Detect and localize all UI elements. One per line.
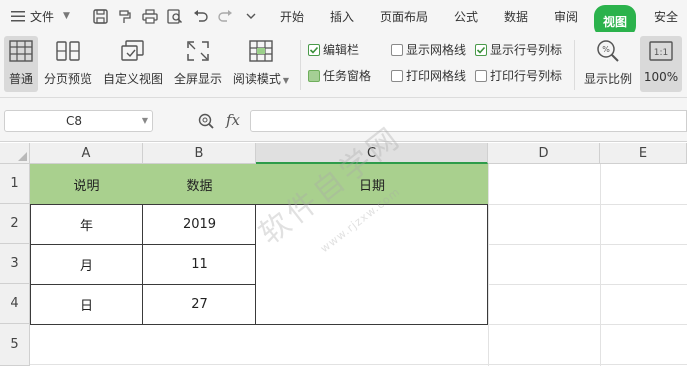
- table-border: [30, 244, 256, 245]
- insert-function-button[interactable]: fx: [226, 111, 240, 129]
- zoom-ratio-button[interactable]: % 显示比例: [582, 36, 634, 92]
- ribbon-separator: [574, 40, 575, 90]
- cell-b3[interactable]: 11: [143, 244, 256, 284]
- table-border: [30, 284, 256, 285]
- svg-text:%: %: [602, 45, 610, 54]
- menu-bar: 文件 ▼ 开始 插入 页面布局 公式 数据 审阅 视图 安全: [0, 0, 687, 37]
- zoom-magnifier-icon[interactable]: [198, 113, 214, 132]
- cell-b2[interactable]: 2019: [143, 204, 256, 244]
- ribbon-separator: [300, 40, 301, 90]
- chevron-down-icon[interactable]: ▼: [63, 0, 70, 32]
- tab-review[interactable]: 审阅: [554, 0, 578, 32]
- svg-text:1:1: 1:1: [654, 48, 668, 58]
- name-box[interactable]: C8 ▼: [4, 110, 153, 132]
- redo-icon[interactable]: [216, 0, 234, 32]
- tab-home[interactable]: 开始: [280, 0, 304, 32]
- zoom-ratio-label: 显示比例: [583, 72, 632, 86]
- row-header-3[interactable]: 3: [0, 244, 30, 284]
- column-header-e[interactable]: E: [600, 143, 687, 164]
- checkbox-task-pane[interactable]: 任务窗格: [308, 67, 371, 84]
- tab-formulas[interactable]: 公式: [454, 0, 478, 32]
- checkbox-filled-icon: [308, 69, 320, 82]
- cell-reference: C8: [65, 114, 82, 128]
- cell-b4[interactable]: 27: [143, 284, 256, 324]
- table-border: [30, 204, 488, 205]
- row-header-4[interactable]: 4: [0, 284, 30, 324]
- normal-view-icon: [8, 38, 34, 64]
- checkbox-print-gridlines[interactable]: 打印网格线: [391, 67, 466, 84]
- fullscreen-label: 全屏显示: [173, 72, 222, 86]
- table-border: [487, 204, 488, 325]
- cell-a1[interactable]: 说明: [30, 164, 143, 204]
- checkbox-show-headings[interactable]: 显示行号列标: [475, 41, 562, 58]
- checkbox-checked-icon: [308, 43, 320, 56]
- save-icon[interactable]: [91, 0, 109, 32]
- table-border: [30, 204, 31, 325]
- file-menu[interactable]: 文件: [30, 0, 54, 32]
- zoom-ratio-icon: %: [595, 38, 621, 64]
- table-border: [255, 204, 256, 325]
- fullscreen-icon: [185, 38, 211, 64]
- row-header-1[interactable]: 1: [0, 164, 30, 204]
- custom-view-icon: [120, 38, 146, 64]
- page-break-preview-icon: [55, 38, 81, 64]
- checkbox-checked-icon: [475, 43, 487, 56]
- gridline: [600, 164, 601, 366]
- row-header-2[interactable]: 2: [0, 204, 30, 244]
- checkbox-empty-icon: [475, 69, 487, 82]
- checkbox-print-headings[interactable]: 打印行号列标: [475, 67, 562, 84]
- page-break-preview-button[interactable]: 分页预览: [42, 36, 94, 92]
- chevron-down-icon[interactable]: ▼: [142, 111, 148, 131]
- row-header-5[interactable]: 5: [0, 324, 30, 366]
- tab-insert[interactable]: 插入: [330, 0, 354, 32]
- cell-a2[interactable]: 年: [30, 204, 143, 244]
- tab-data[interactable]: 数据: [504, 0, 528, 32]
- cell-c2-merged[interactable]: [256, 204, 488, 324]
- column-header-c[interactable]: C: [256, 143, 488, 164]
- hamburger-menu-icon[interactable]: [11, 0, 25, 32]
- checkbox-formula-bar[interactable]: 编辑栏: [308, 41, 359, 58]
- gridline: [488, 164, 489, 366]
- cell-c1[interactable]: 日期: [256, 164, 488, 204]
- zoom-100-icon: 1:1: [648, 38, 674, 64]
- print-icon[interactable]: [141, 0, 159, 32]
- checkbox-show-gridlines[interactable]: 显示网格线: [391, 41, 466, 58]
- column-header-b[interactable]: B: [143, 143, 256, 164]
- formula-bar: C8 ▼ fx: [0, 98, 687, 142]
- checkbox-empty-icon: [391, 43, 403, 56]
- cell-b1[interactable]: 数据: [143, 164, 256, 204]
- reading-mode-icon: [248, 38, 274, 64]
- ribbon: 普通 分页预览 自定义视图 全屏显示 阅读模式 ▼ 编辑栏 任务窗格 显示网格线…: [0, 32, 687, 98]
- cell-a4[interactable]: 日: [30, 284, 143, 324]
- table-border: [30, 324, 488, 325]
- undo-icon[interactable]: [191, 0, 209, 32]
- format-painter-icon[interactable]: [115, 0, 133, 32]
- zoom-100-button[interactable]: 1:1 100%: [640, 36, 682, 92]
- spreadsheet-grid: A B C D E 1 2 3 4 5 说明 数据 日期 年 2019 月 11…: [0, 143, 687, 366]
- customize-toolbar-icon[interactable]: [242, 0, 260, 32]
- select-all-corner[interactable]: [0, 143, 30, 164]
- reading-mode-button[interactable]: 阅读模式 ▼: [231, 36, 291, 92]
- column-header-a[interactable]: A: [30, 143, 143, 164]
- cell-a3[interactable]: 月: [30, 244, 143, 284]
- tab-page-layout[interactable]: 页面布局: [380, 0, 428, 32]
- page-break-preview-label: 分页预览: [43, 72, 92, 86]
- zoom-100-label: 100%: [643, 70, 679, 84]
- tab-security[interactable]: 安全: [654, 0, 678, 32]
- reading-mode-label: 阅读模式 ▼: [232, 72, 290, 86]
- print-preview-icon[interactable]: [166, 0, 184, 32]
- column-header-d[interactable]: D: [488, 143, 600, 164]
- gridline: [30, 364, 687, 365]
- custom-view-button[interactable]: 自定义视图: [101, 36, 165, 92]
- fullscreen-button[interactable]: 全屏显示: [172, 36, 224, 92]
- checkbox-empty-icon: [391, 69, 403, 82]
- custom-view-label: 自定义视图: [102, 72, 163, 86]
- normal-view-button[interactable]: 普通: [4, 36, 38, 92]
- table-border: [142, 204, 143, 325]
- formula-input[interactable]: [250, 110, 687, 132]
- normal-view-label: 普通: [8, 72, 33, 86]
